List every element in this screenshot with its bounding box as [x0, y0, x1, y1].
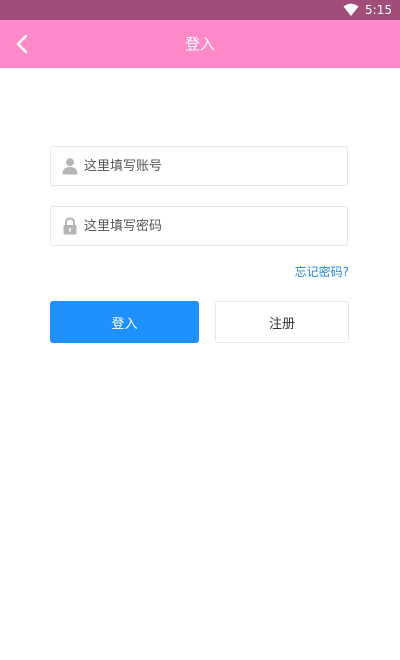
lock-icon [61, 217, 79, 235]
title-bar: 登入 [0, 20, 400, 68]
forgot-password-link[interactable]: 忘记密码? [295, 263, 349, 280]
account-input[interactable] [84, 147, 339, 185]
back-button[interactable] [6, 28, 38, 60]
user-icon [61, 157, 79, 175]
account-field[interactable] [50, 146, 348, 186]
wifi-icon [343, 3, 359, 17]
register-button-label: 注册 [268, 316, 295, 332]
chevron-left-icon [15, 34, 29, 54]
login-button-label: 登入 [111, 316, 138, 332]
status-bar-right: 5:15 [343, 0, 392, 20]
page-title: 登入 [184, 35, 215, 53]
password-field[interactable] [50, 206, 348, 246]
password-input[interactable] [84, 207, 339, 245]
register-button[interactable]: 注册 [215, 301, 349, 343]
status-bar: 5:15 [0, 0, 400, 20]
status-time: 5:15 [365, 3, 392, 17]
login-button[interactable]: 登入 [50, 301, 199, 343]
